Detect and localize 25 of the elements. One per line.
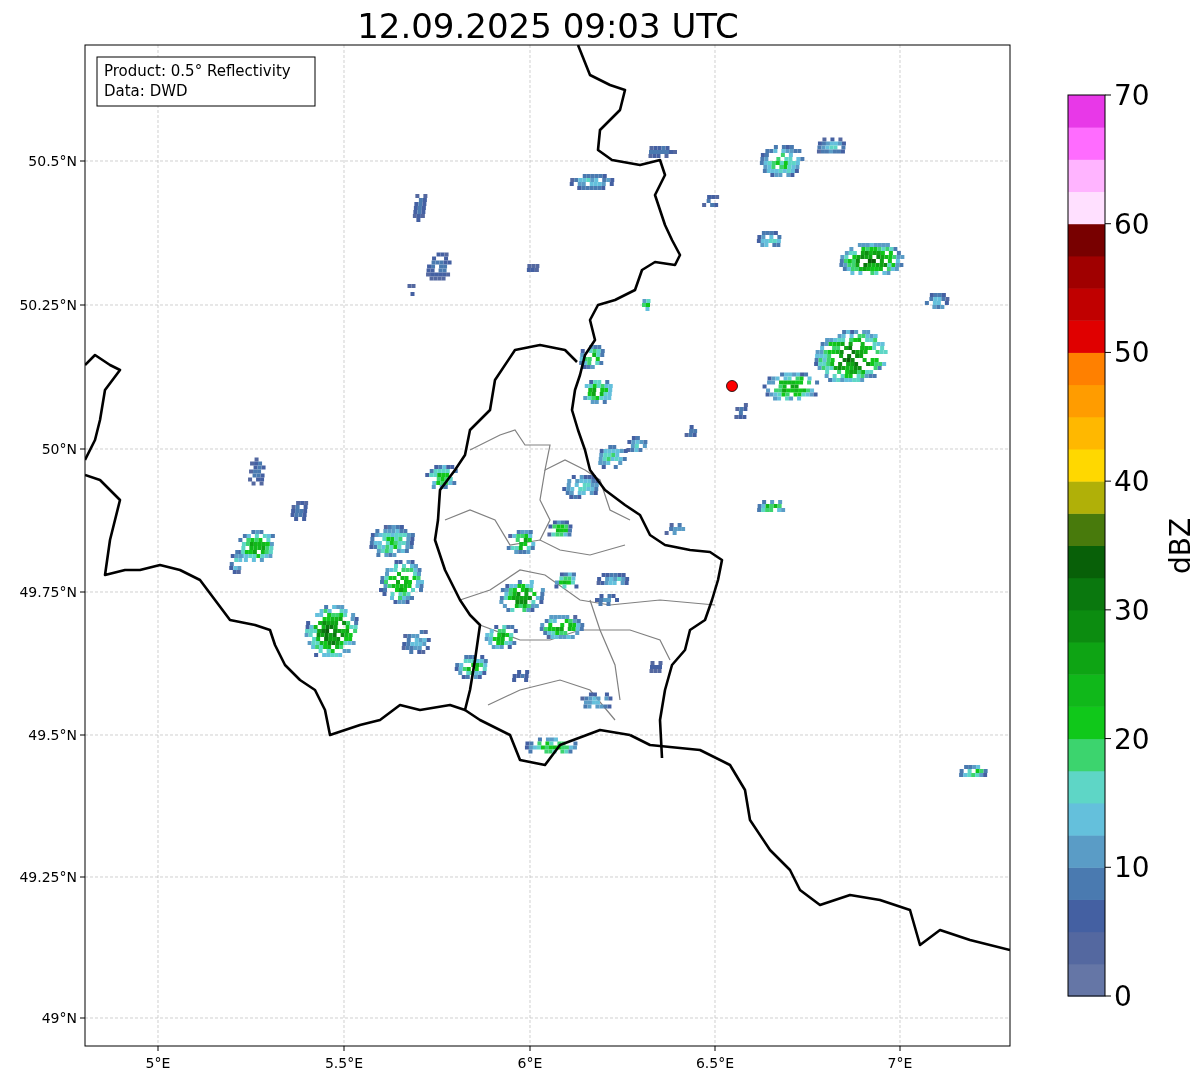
latitude-label: 49°N — [41, 1010, 77, 1026]
latitude-label: 50°N — [41, 441, 77, 457]
colorbar-tick-label: 20 — [1114, 722, 1150, 756]
latitude-label: 49.5°N — [28, 727, 77, 743]
longitude-label: 6°E — [517, 1055, 543, 1071]
latitude-label: 50.25°N — [19, 297, 77, 313]
colorbar-tick-label: 40 — [1114, 465, 1150, 499]
latitude-label: 49.75°N — [19, 584, 77, 600]
colorbar-tick-label: 70 — [1114, 79, 1150, 112]
longitude-label: 6.5°E — [695, 1055, 735, 1071]
colorbar-tick-label: 50 — [1114, 336, 1150, 370]
longitude-label: 5.5°E — [324, 1055, 364, 1071]
latitude-label: 50.5°N — [28, 153, 77, 169]
latitude-label: 49.25°N — [19, 869, 77, 885]
chart-title: 12.09.2025 09:03 UTC — [357, 6, 739, 46]
colorbar-tick-label: 0 — [1114, 980, 1132, 1013]
colorbar-tick-label: 60 — [1114, 207, 1150, 241]
radar-site-marker — [726, 380, 738, 392]
legend-text: Data: DWD — [104, 82, 188, 100]
colorbar-tick-label: 10 — [1114, 851, 1150, 885]
colorbar-tick-label: 30 — [1114, 593, 1150, 627]
legend-text: Product: 0.5° Reflectivity — [104, 62, 291, 80]
longitude-label: 7°E — [887, 1055, 913, 1071]
longitude-label: 5°E — [145, 1055, 171, 1071]
colorbar-label: dBZ — [1164, 517, 1197, 575]
